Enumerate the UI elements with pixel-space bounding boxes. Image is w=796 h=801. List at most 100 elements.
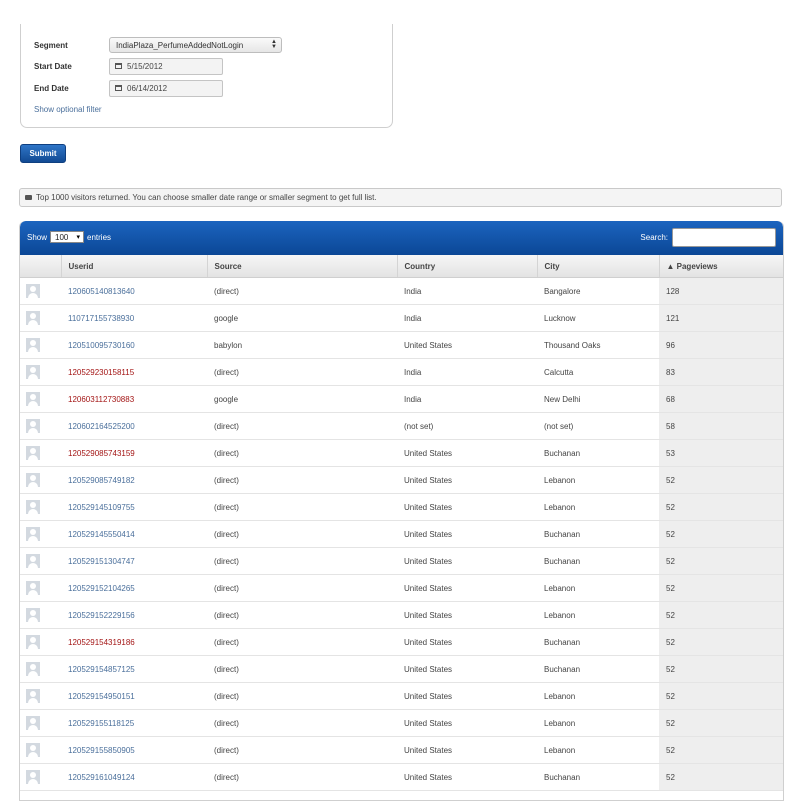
- userid-link[interactable]: 120605140813640: [68, 287, 135, 296]
- calendar-icon: [115, 85, 122, 91]
- end-date-input[interactable]: 06/14/2012: [109, 79, 223, 97]
- userid-cell: 120529152104265: [61, 574, 207, 602]
- userid-link[interactable]: 120529161049124: [68, 773, 135, 782]
- user-avatar-icon: [26, 419, 40, 433]
- entries-label: entries: [87, 232, 112, 242]
- avatar-cell: [20, 466, 61, 494]
- user-avatar-icon: [26, 311, 40, 325]
- country-cell: India: [397, 277, 537, 305]
- city-cell: (not set): [537, 412, 659, 440]
- userid-link[interactable]: 110717155738930: [68, 314, 134, 323]
- userid-link[interactable]: 120529152229156: [68, 611, 135, 620]
- avatar-cell: [20, 736, 61, 764]
- table-row: 120529161049124 (direct) United States Buch…: [20, 763, 783, 791]
- userid-link[interactable]: 120529085743159: [68, 449, 135, 458]
- userid-link[interactable]: 120529155118125: [68, 719, 134, 728]
- country-cell: United States: [397, 466, 537, 494]
- userid-link[interactable]: 120603112730883: [68, 395, 134, 404]
- userid-link[interactable]: 120529154857125: [68, 665, 135, 674]
- source-cell: (direct): [207, 439, 397, 467]
- avatar-cell: [20, 331, 61, 359]
- avatar-cell: [20, 574, 61, 602]
- pageviews-cell: 68: [659, 385, 783, 413]
- source-cell: (direct): [207, 520, 397, 548]
- country-cell: United States: [397, 763, 537, 791]
- start-date-input[interactable]: 5/15/2012: [109, 57, 223, 75]
- col-city[interactable]: City: [537, 255, 660, 278]
- avatar-cell: [20, 601, 61, 629]
- col-pageviews[interactable]: ▲ Pageviews: [659, 255, 783, 278]
- source-cell: (direct): [207, 412, 397, 440]
- source-cell: (direct): [207, 358, 397, 386]
- col-userid[interactable]: Userid: [61, 255, 208, 278]
- country-cell: United States: [397, 574, 537, 602]
- userid-link[interactable]: 120529154950151: [68, 692, 135, 701]
- userid-link[interactable]: 120529145109755: [68, 503, 135, 512]
- userid-cell: 120529155118125: [61, 709, 207, 737]
- end-date-row: End Date 06/14/2012: [34, 79, 223, 97]
- table-row: 120529154319186 (direct) United States Buch…: [20, 628, 783, 656]
- show-optional-filter-link[interactable]: Show optional filter: [34, 105, 102, 114]
- city-cell: Lebanon: [537, 493, 659, 521]
- country-cell: United States: [397, 547, 537, 575]
- userid-link[interactable]: 120529230158115: [68, 368, 134, 377]
- col-source[interactable]: Source: [207, 255, 398, 278]
- country-cell: United States: [397, 682, 537, 710]
- select-arrows-icon: ▲ ▼: [271, 39, 277, 50]
- city-cell: Calcutta: [537, 358, 659, 386]
- user-avatar-icon: [26, 743, 40, 757]
- userid-link[interactable]: 120529151304747: [68, 557, 135, 566]
- source-cell: (direct): [207, 547, 397, 575]
- pageviews-cell: 52: [659, 682, 783, 710]
- table-row: 110717155738930 google India Lucknow 121: [20, 304, 783, 332]
- table-row: 120529152104265 (direct) United States Leba…: [20, 574, 783, 602]
- source-cell: (direct): [207, 574, 397, 602]
- segment-label: Segment: [34, 40, 68, 50]
- col-country[interactable]: Country: [397, 255, 538, 278]
- city-cell: Lebanon: [537, 682, 659, 710]
- avatar-cell: [20, 277, 61, 305]
- segment-select[interactable]: IndiaPlaza_PerfumeAddedNotLogin ▲ ▼: [109, 37, 282, 53]
- user-avatar-icon: [26, 581, 40, 595]
- col-avatar: [20, 255, 62, 278]
- table-row: 120529154950151 (direct) United States Leba…: [20, 682, 783, 710]
- submit-button[interactable]: Submit: [20, 144, 66, 163]
- userid-cell: 120529155850905: [61, 736, 207, 764]
- city-cell: Bangalore: [537, 277, 659, 305]
- userid-link[interactable]: 120602164525200: [68, 422, 135, 431]
- avatar-cell: [20, 439, 61, 467]
- userid-link[interactable]: 120510095730160: [68, 341, 135, 350]
- pageviews-cell: 52: [659, 520, 783, 548]
- source-cell: (direct): [207, 655, 397, 683]
- user-avatar-icon: [26, 500, 40, 514]
- table-row: 120529085749182 (direct) United States Leba…: [20, 466, 783, 494]
- city-cell: Buchanan: [537, 655, 659, 683]
- userid-cell: 120529230158115: [61, 358, 207, 386]
- table-row: 120510095730160 babylon United States Thous…: [20, 331, 783, 359]
- avatar-cell: [20, 304, 61, 332]
- pageviews-cell: 96: [659, 331, 783, 359]
- country-cell: United States: [397, 520, 537, 548]
- userid-link[interactable]: 120529145550414: [68, 530, 135, 539]
- userid-link[interactable]: 120529154319186: [68, 638, 135, 647]
- search-input[interactable]: [672, 228, 776, 247]
- calendar-icon: [115, 63, 122, 69]
- userid-link[interactable]: 120529152104265: [68, 584, 135, 593]
- user-avatar-icon: [26, 365, 40, 379]
- city-cell: Lucknow: [537, 304, 659, 332]
- country-cell: India: [397, 385, 537, 413]
- table-row: 120529230158115 (direct) India Calcutta 83: [20, 358, 783, 386]
- source-cell: (direct): [207, 601, 397, 629]
- avatar-cell: [20, 358, 61, 386]
- pageviews-cell: 58: [659, 412, 783, 440]
- userid-link[interactable]: 120529085749182: [68, 476, 135, 485]
- city-cell: Thousand Oaks: [537, 331, 659, 359]
- country-cell: India: [397, 304, 537, 332]
- table-row: 120529152229156 (direct) United States Leba…: [20, 601, 783, 629]
- avatar-cell: [20, 655, 61, 683]
- country-cell: United States: [397, 628, 537, 656]
- userid-link[interactable]: 120529155850905: [68, 746, 135, 755]
- user-avatar-icon: [26, 554, 40, 568]
- userid-cell: 120510095730160: [61, 331, 207, 359]
- entries-length-select[interactable]: 100 ▾: [50, 231, 85, 243]
